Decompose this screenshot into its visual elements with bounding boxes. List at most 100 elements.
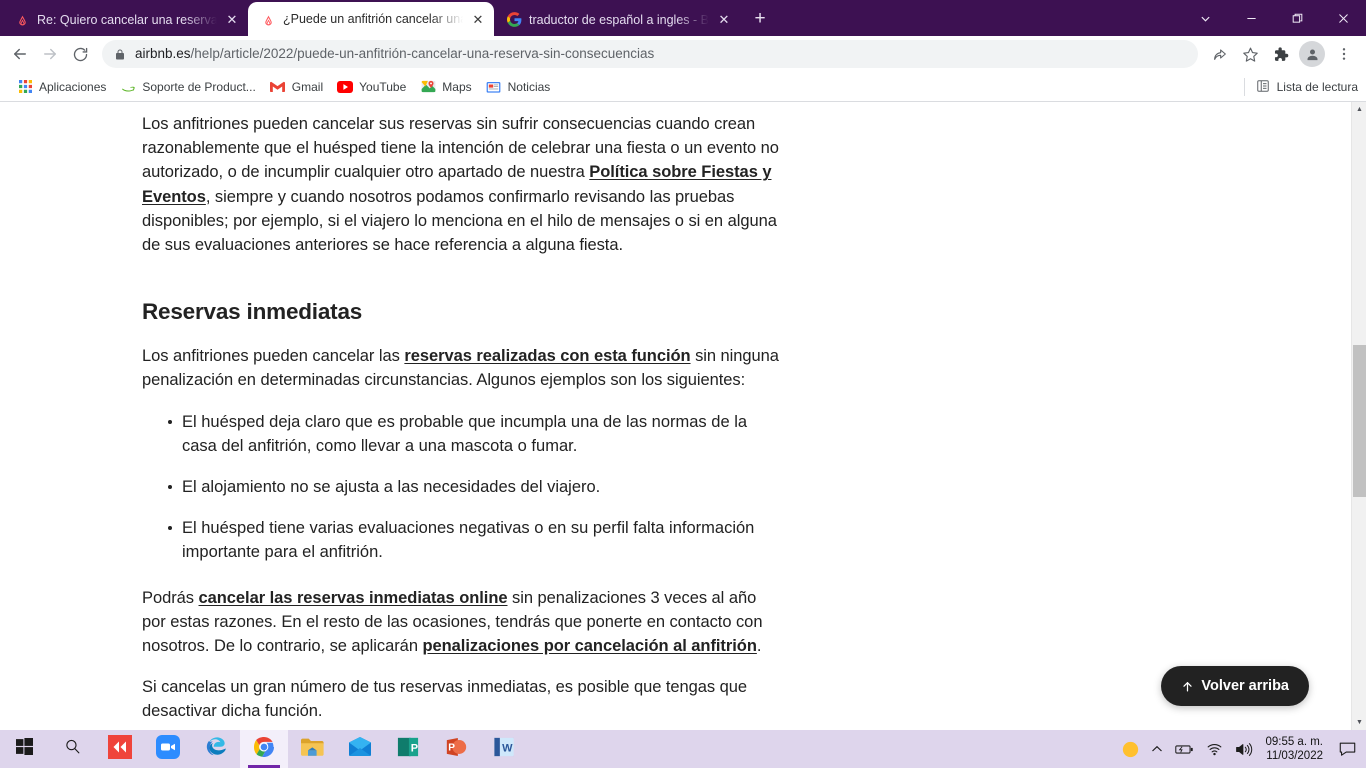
bookmark-label: YouTube — [359, 79, 407, 94]
taskbar-apps: P P W — [0, 730, 528, 768]
powerpoint-icon: P — [445, 736, 467, 763]
anydesk-icon — [108, 734, 132, 764]
maximize-button[interactable] — [1274, 0, 1320, 36]
show-hidden-icons-chevron-up-icon[interactable] — [1145, 730, 1169, 768]
battery-icon[interactable] — [1169, 730, 1200, 768]
start-button[interactable] — [0, 730, 48, 768]
tab-title: Re: Quiero cancelar una reserva, — [37, 12, 217, 27]
paragraph-4: Si cancelas un gran número de tus reserv… — [142, 678, 748, 721]
zoom-camera-icon — [156, 734, 180, 764]
new-tab-button[interactable]: + — [746, 5, 774, 33]
scrollbar-thumb[interactable] — [1353, 345, 1366, 497]
penalties-link[interactable]: penalizaciones por cancelación al anfitr… — [422, 637, 756, 655]
bookmark-youtube[interactable]: YouTube — [330, 76, 413, 98]
gmail-icon — [270, 79, 286, 95]
bookmark-label: Aplicaciones — [39, 79, 107, 94]
volume-speaker-icon[interactable] — [1229, 730, 1259, 768]
bookmark-aplicaciones[interactable]: Aplicaciones — [10, 76, 113, 98]
browser-tab-1[interactable]: Re: Quiero cancelar una reserva, ✕ — [2, 3, 248, 36]
bookmark-label: Noticias — [507, 79, 551, 94]
maps-icon — [420, 79, 436, 95]
reading-list-button[interactable]: Lista de lectura — [1243, 72, 1358, 102]
close-icon[interactable]: ✕ — [470, 11, 486, 27]
browser-toolbar: airbnb.es/help/article/2022/puede-un-anf… — [0, 36, 1366, 72]
amazon-icon — [120, 79, 136, 95]
address-bar-url: airbnb.es/help/article/2022/puede-un-anf… — [135, 45, 654, 63]
star-icon[interactable] — [1236, 40, 1264, 68]
edge-app-button[interactable] — [192, 730, 240, 768]
close-icon[interactable]: ✕ — [224, 12, 240, 28]
folder-icon — [300, 736, 324, 763]
google-icon — [506, 12, 522, 28]
scroll-up-arrow-icon[interactable]: ▲ — [1352, 102, 1366, 117]
cancel-online-link[interactable]: cancelar las reservas inmediatas online — [199, 589, 508, 607]
url-host: airbnb.es — [135, 46, 191, 61]
bullet-list: El huésped deja claro que es probable qu… — [142, 410, 782, 565]
zoom-app-button[interactable] — [144, 730, 192, 768]
article-body: Los anfitriones pueden cancelar sus rese… — [142, 112, 782, 730]
word-icon: W — [493, 736, 515, 763]
tab-search-chevron-down-icon[interactable] — [1182, 0, 1228, 36]
instant-book-link[interactable]: reservas realizadas con esta función — [404, 347, 690, 365]
chrome-app-button[interactable] — [240, 730, 288, 768]
mail-app-button[interactable] — [336, 730, 384, 768]
tab-strip: Re: Quiero cancelar una reserva, ✕ ¿Pued… — [0, 0, 1366, 36]
airbnb-icon — [260, 11, 276, 27]
bookmark-noticias[interactable]: Noticias — [479, 76, 558, 98]
file-explorer-button[interactable] — [288, 730, 336, 768]
search-icon — [64, 738, 81, 760]
tab-title: ¿Puede un anfitrión cancelar una — [283, 12, 463, 26]
profile-avatar-icon[interactable] — [1299, 41, 1325, 67]
browser-tab-2[interactable]: ¿Puede un anfitrión cancelar una ✕ — [248, 2, 494, 36]
reload-icon[interactable] — [66, 40, 94, 68]
notification-center-speech-bubble-icon[interactable] — [1333, 730, 1362, 768]
edge-icon — [205, 735, 228, 763]
taskbar-clock[interactable]: 09:55 a. m. 11/03/2022 — [1259, 730, 1333, 768]
paragraph-3-text-part-3: . — [756, 637, 762, 656]
page-scrollbar[interactable]: ▲ ▼ — [1351, 102, 1366, 730]
bookmark-maps[interactable]: Maps — [413, 76, 478, 98]
svg-text:P: P — [448, 742, 455, 753]
list-item: El huésped tiene varias evaluaciones neg… — [142, 516, 782, 564]
three-dot-menu-icon[interactable] — [1330, 40, 1358, 68]
youtube-icon — [337, 79, 354, 95]
anydesk-app-button[interactable] — [96, 730, 144, 768]
word-app-button[interactable]: W — [480, 730, 528, 768]
paragraph-3-text-part-1: Podrás — [142, 588, 199, 607]
close-window-button[interactable] — [1320, 0, 1366, 36]
close-icon[interactable]: ✕ — [716, 12, 732, 28]
back-to-top-button[interactable]: Volver arriba — [1161, 666, 1309, 706]
scroll-down-arrow-icon[interactable]: ▼ — [1352, 715, 1366, 730]
browser-tab-3[interactable]: traductor de español a ingles - Bu ✕ — [494, 3, 740, 36]
system-tray: 09:55 a. m. 11/03/2022 — [1116, 730, 1366, 768]
apps-grid-icon — [17, 79, 33, 95]
lock-icon — [114, 48, 126, 61]
reading-list-label: Lista de lectura — [1276, 80, 1358, 94]
bookmark-gmail[interactable]: Gmail — [263, 76, 330, 98]
bookmark-label: Gmail — [291, 79, 324, 94]
puzzle-icon[interactable] — [1266, 40, 1294, 68]
back-arrow-icon[interactable] — [6, 40, 34, 68]
chrome-icon — [252, 735, 276, 764]
orange-circle-icon[interactable] — [1116, 730, 1145, 768]
browser-window: Re: Quiero cancelar una reserva, ✕ ¿Pued… — [0, 0, 1366, 730]
clock-time: 09:55 a. m. — [1265, 736, 1323, 748]
taskbar-search-button[interactable] — [48, 730, 96, 768]
bookmark-soporte-de-producto[interactable]: Soporte de Product... — [113, 76, 262, 98]
reading-list-icon — [1256, 79, 1270, 96]
publisher-app-button[interactable]: P — [384, 730, 432, 768]
bookmarks-bar: Aplicaciones Soporte de Product... Gmail… — [0, 72, 1366, 102]
section-heading: Reservas inmediatas — [142, 299, 363, 325]
share-icon[interactable] — [1206, 40, 1234, 68]
back-to-top-label: Volver arriba — [1201, 678, 1289, 694]
powerpoint-app-button[interactable]: P — [432, 730, 480, 768]
address-bar[interactable]: airbnb.es/help/article/2022/puede-un-anf… — [102, 40, 1198, 68]
paragraph-2: Los anfitriones pueden cancelar las rese… — [142, 344, 782, 392]
svg-text:W: W — [502, 742, 513, 754]
publisher-icon: P — [397, 736, 419, 763]
bookmark-label: Soporte de Product... — [142, 79, 256, 94]
paragraph-3: Podrás cancelar las reservas inmediatas … — [142, 586, 782, 659]
wifi-network-icon[interactable] — [1200, 730, 1229, 768]
forward-arrow-icon[interactable] — [36, 40, 64, 68]
minimize-button[interactable] — [1228, 0, 1274, 36]
